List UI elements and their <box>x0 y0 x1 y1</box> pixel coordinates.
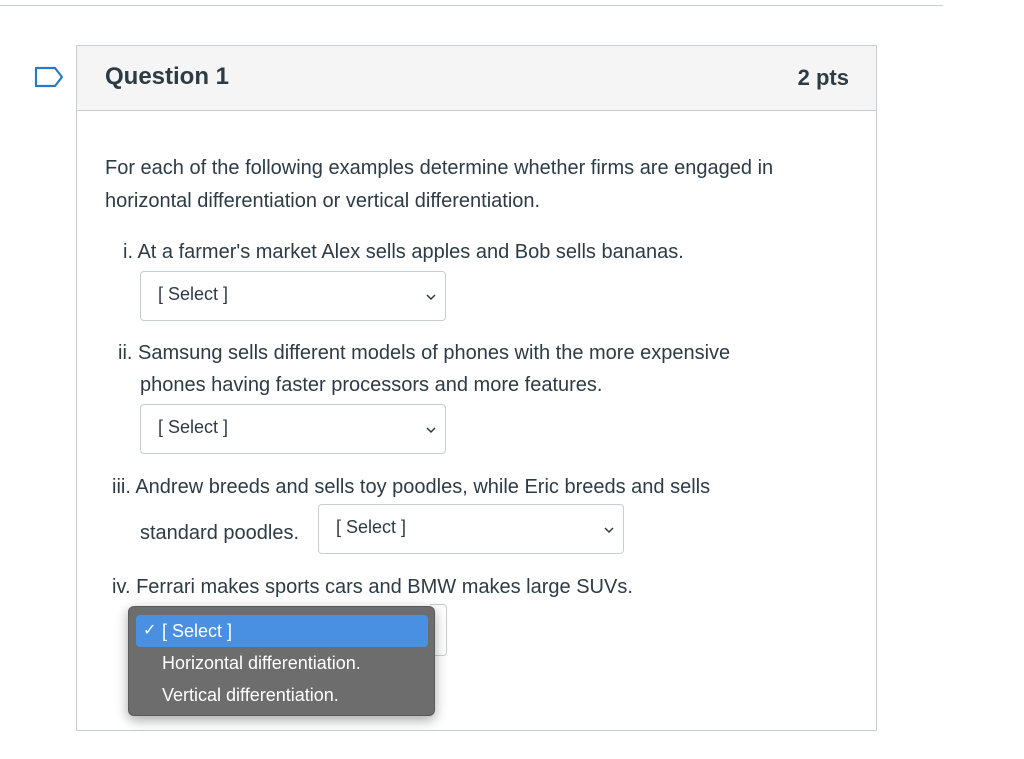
item-i-select-value: [ Select ] <box>158 284 229 304</box>
item-ii-select-value: [ Select ] <box>158 417 229 437</box>
dropdown-option-label: [ Select ] <box>162 621 233 641</box>
dropdown-option-horizontal[interactable]: Horizontal differentiation. <box>136 647 428 679</box>
item-i-text: i. At a farmer's market Alex sells apple… <box>123 241 684 263</box>
question-title: Question 1 <box>105 63 230 90</box>
item-iii-select-value: [ Select ] <box>336 517 407 537</box>
question-prompt-line1: For each of the following examples deter… <box>105 157 774 179</box>
chevron-down-icon <box>426 427 436 434</box>
question-header: Question 1 2 pts <box>77 46 876 111</box>
dropdown-option-vertical[interactable]: Vertical differentiation. <box>136 679 428 711</box>
question-points: 2 pts <box>797 65 849 90</box>
top-divider <box>0 5 943 6</box>
item-ii-text-line1: ii. Samsung sells different models of ph… <box>118 342 731 364</box>
item-i-select[interactable]: [ Select ] <box>140 271 446 321</box>
item-iii-text-line1: iii. Andrew breeds and sells toy poodles… <box>112 476 711 498</box>
item-iii-text-line2: standard poodles. <box>140 522 300 544</box>
chevron-down-icon <box>604 527 614 534</box>
item-iii-select[interactable]: [ Select ] <box>318 504 624 554</box>
question-prompt-line2: horizontal differentiation or vertical d… <box>105 190 541 212</box>
item-ii-text-line2: phones having faster processors and more… <box>140 374 603 396</box>
dropdown-option-select[interactable]: ✓ [ Select ] <box>136 615 428 647</box>
dropdown-option-label: Vertical differentiation. <box>162 685 339 705</box>
item-iv-dropdown-menu: ✓ [ Select ] Horizontal differentiation.… <box>128 606 435 716</box>
item-iv-text: iv. Ferrari makes sports cars and BMW ma… <box>112 576 633 598</box>
chevron-down-icon <box>426 294 436 301</box>
dropdown-option-label: Horizontal differentiation. <box>162 653 361 673</box>
checkmark-icon: ✓ <box>143 622 157 639</box>
item-ii-select[interactable]: [ Select ] <box>140 404 446 454</box>
bookmark-flag-icon[interactable] <box>34 66 64 88</box>
